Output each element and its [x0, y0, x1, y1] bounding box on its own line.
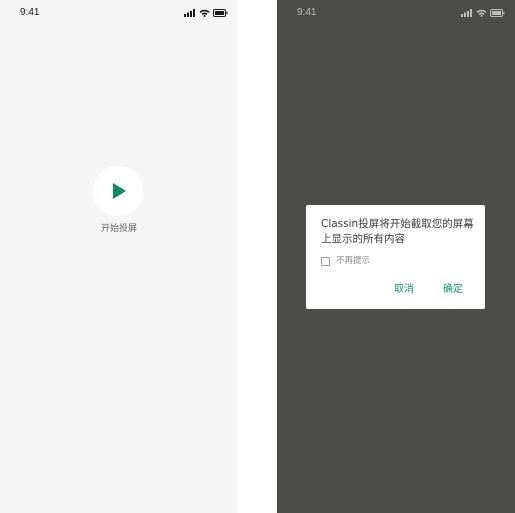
cellular-signal-icon [184, 9, 195, 17]
status-icons [184, 9, 228, 17]
start-cast-button[interactable] [93, 166, 143, 216]
cellular-signal-icon [461, 9, 472, 17]
cancel-button[interactable]: 取消 [394, 283, 414, 297]
dialog-message-line2: 上显示的所有内容 [321, 232, 405, 245]
status-time: 9:41 [20, 7, 40, 18]
status-bar: 9:41 [0, 0, 238, 26]
confirm-button[interactable]: 确定 [443, 283, 463, 297]
dialog-message: Classin投屏将开始截取您的屏幕 上显示的所有内容 [321, 217, 479, 246]
status-icons [461, 9, 505, 17]
status-bar: 9:41 [277, 0, 515, 26]
battery-icon [490, 9, 505, 17]
dont-show-again-checkbox[interactable] [321, 256, 330, 266]
start-cast-label: 开始投屏 [100, 224, 137, 234]
wifi-icon [476, 9, 487, 17]
dont-show-again-label: 不再提示 [336, 256, 371, 266]
dialog-message-line1: Classin投屏将开始截取您的屏幕 [321, 218, 474, 230]
battery-icon [213, 9, 228, 17]
play-icon [113, 183, 126, 199]
dont-show-again-option[interactable]: 不再提示 [321, 255, 370, 267]
start-screen: 9:41 开始投屏 [0, 0, 238, 513]
wifi-icon [199, 9, 210, 17]
status-time: 9:41 [297, 7, 317, 18]
screen-capture-permission-dialog: Classin投屏将开始截取您的屏幕 上显示的所有内容 不再提示 取消 确定 [306, 205, 485, 309]
